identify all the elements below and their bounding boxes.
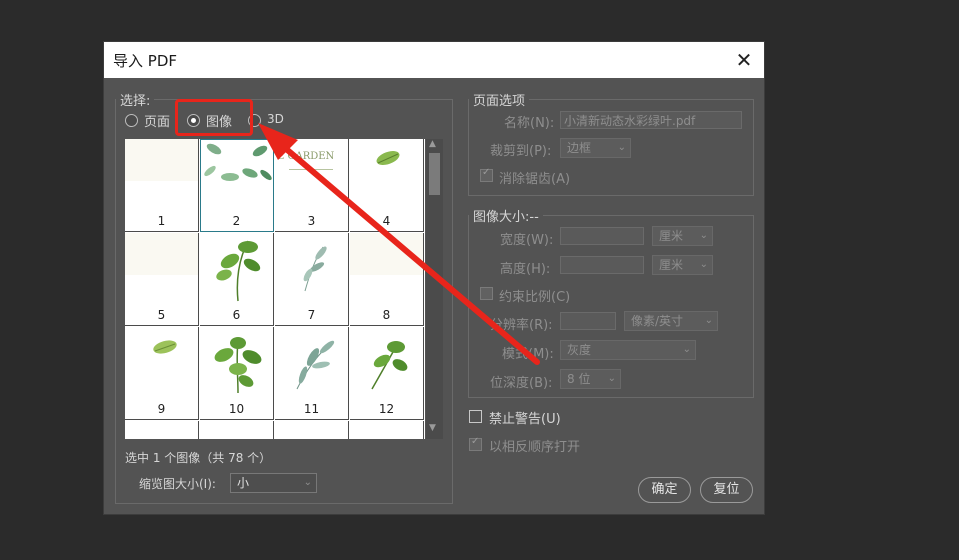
annotation-arrow-icon [258, 123, 540, 365]
